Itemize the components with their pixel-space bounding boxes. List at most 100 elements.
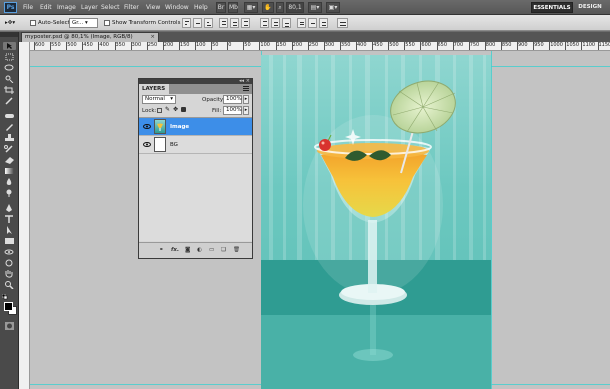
default-colors-icon[interactable]	[1, 293, 8, 300]
foreground-color-swatch[interactable]	[4, 302, 13, 311]
distribute-right-icon[interactable]	[319, 18, 328, 28]
distribute-hcenter-icon[interactable]	[308, 18, 317, 28]
eraser-tool-icon[interactable]	[3, 156, 16, 164]
menu-edit[interactable]: Edit	[40, 0, 52, 15]
link-layers-icon[interactable]: ⚭	[159, 247, 164, 253]
menu-layer[interactable]: Layer	[81, 0, 98, 15]
gradient-tool-icon[interactable]	[3, 167, 16, 175]
path-selection-tool-icon[interactable]	[3, 226, 16, 234]
quick-selection-tool-icon[interactable]	[3, 75, 16, 83]
crop-tool-icon[interactable]	[3, 86, 16, 94]
marquee-tool-icon[interactable]	[3, 53, 16, 61]
ruler-tick-label: 300	[131, 42, 142, 48]
lasso-tool-icon[interactable]	[3, 64, 16, 72]
adjustment-layer-icon[interactable]: ◐	[197, 247, 202, 253]
ruler-tick	[50, 42, 52, 50]
arrange-documents-icon[interactable]: ▤▾	[308, 2, 322, 13]
show-transform-checkbox[interactable]: Show Transform Controls	[104, 18, 180, 28]
new-layer-icon[interactable]: ❏	[221, 247, 226, 253]
ruler-tick-label: 1000	[550, 42, 563, 48]
distribute-left-icon[interactable]	[297, 18, 306, 28]
view-extras-icon[interactable]: ▦▾	[244, 2, 258, 13]
blur-tool-icon[interactable]	[3, 178, 16, 186]
ruler-tick-label: 1050	[566, 42, 580, 48]
ruler-tick	[291, 42, 293, 50]
lock-all-icon[interactable]	[181, 107, 186, 112]
history-brush-tool-icon[interactable]	[3, 145, 16, 153]
align-vcenter-icon[interactable]	[193, 18, 202, 28]
vertical-ruler[interactable]	[19, 42, 30, 389]
layer-row-bg[interactable]: BG	[139, 136, 252, 154]
3d-orbit-tool-icon[interactable]	[3, 259, 16, 267]
distribute-bottom-icon[interactable]	[282, 18, 291, 28]
align-right-icon[interactable]	[241, 18, 250, 28]
poster-canvas[interactable]	[261, 55, 491, 389]
menu-select[interactable]: Select	[101, 0, 120, 15]
menu-file[interactable]: File	[23, 0, 33, 15]
fill-slider-arrow-icon[interactable]: ▸	[243, 106, 249, 115]
opacity-slider-arrow-icon[interactable]: ▸	[243, 95, 249, 104]
workspace-design-button[interactable]: DESIGN	[575, 2, 605, 13]
clone-stamp-tool-icon[interactable]	[3, 134, 16, 142]
visibility-eye-icon[interactable]	[143, 123, 151, 130]
type-tool-icon[interactable]	[3, 215, 16, 223]
align-hcenter-icon[interactable]	[230, 18, 239, 28]
move-tool-icon[interactable]	[3, 42, 16, 50]
lock-position-icon[interactable]: ✥	[173, 106, 178, 113]
quick-mask-icon[interactable]	[3, 322, 16, 330]
bridge-icon[interactable]: Br	[216, 2, 226, 13]
menu-view[interactable]: View	[146, 0, 160, 15]
close-tab-icon[interactable]: ×	[150, 33, 155, 42]
menu-window[interactable]: Window	[165, 0, 189, 15]
screen-mode-icon[interactable]: ▣▾	[326, 2, 340, 13]
menu-help[interactable]: Help	[194, 0, 208, 15]
menu-image[interactable]: Image	[57, 0, 76, 15]
workspace-essentials-button[interactable]: ESSENTIALS	[531, 2, 573, 13]
move-tool-preset-icon[interactable]: ▸✥▾	[5, 18, 15, 28]
guide-vertical[interactable]	[491, 51, 492, 389]
opacity-field[interactable]: 100%	[223, 95, 242, 104]
horizontal-ruler[interactable]: 600 550 500 450 400 350 300 250 200 150 100 50 0 50 10…	[30, 42, 610, 51]
ruler-tick-label: 350	[115, 42, 126, 48]
auto-select-dropdown[interactable]: Gr... ▾	[69, 18, 98, 28]
ruler-tick	[404, 42, 406, 50]
align-left-icon[interactable]	[219, 18, 228, 28]
3d-rotate-tool-icon[interactable]	[3, 248, 16, 256]
ruler-tick	[243, 42, 245, 50]
zoom-tool-icon[interactable]	[3, 281, 16, 289]
rectangle-tool-icon[interactable]	[3, 237, 16, 245]
lock-transparent-icon[interactable]	[157, 108, 162, 113]
fill-field[interactable]: 100%	[223, 106, 242, 115]
minibridge-icon[interactable]: Mb	[228, 2, 238, 13]
eyedropper-tool-icon[interactable]	[3, 97, 16, 105]
zoom-tool-icon[interactable]: ⌕	[276, 2, 284, 13]
distribute-vcenter-icon[interactable]	[271, 18, 280, 28]
ruler-tick-label: 200	[163, 42, 174, 48]
hand-tool-icon[interactable]: ✋	[262, 2, 274, 13]
new-group-icon[interactable]: ▭	[209, 247, 214, 253]
brush-tool-icon[interactable]	[3, 123, 16, 131]
delete-layer-icon[interactable]: 🗑	[233, 247, 240, 253]
lock-image-icon[interactable]: ✎	[165, 106, 170, 113]
layer-row-image[interactable]: Image	[139, 118, 252, 136]
align-bottom-icon[interactable]	[204, 18, 213, 28]
panel-tab-bar: LAYERS	[139, 84, 252, 94]
ruler-tick	[420, 42, 422, 50]
align-top-icon[interactable]	[182, 18, 191, 28]
distribute-top-icon[interactable]	[260, 18, 269, 28]
auto-align-icon[interactable]	[337, 18, 348, 28]
blend-mode-dropdown[interactable]: Normal ▾	[142, 95, 176, 104]
dodge-tool-icon[interactable]	[3, 189, 16, 197]
add-mask-icon[interactable]: ◙	[185, 247, 190, 253]
hand-tool-icon[interactable]	[3, 270, 16, 278]
layers-tab[interactable]: LAYERS	[139, 84, 169, 94]
pen-tool-icon[interactable]	[3, 204, 16, 212]
zoom-level[interactable]: 80,1	[286, 2, 304, 13]
auto-select-checkbox[interactable]: Auto-Select:	[30, 18, 72, 28]
panel-menu-icon[interactable]	[243, 86, 249, 91]
visibility-eye-icon[interactable]	[143, 141, 151, 148]
document-tab[interactable]: myposter.psd @ 80,1% (Image, RGB/8) ×	[21, 32, 159, 42]
spot-healing-tool-icon[interactable]	[3, 112, 16, 120]
menu-filter[interactable]: Filter	[124, 0, 139, 15]
fx-icon[interactable]: fx.	[171, 247, 179, 253]
